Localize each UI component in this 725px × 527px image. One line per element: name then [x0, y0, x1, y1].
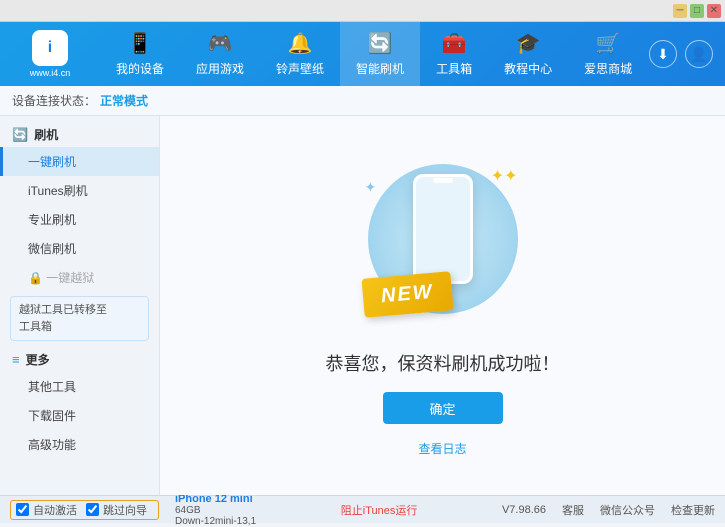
- history-link[interactable]: 查看日志: [418, 440, 466, 457]
- phone-illustration: NEW ✦✦ ✦: [363, 154, 523, 334]
- sidebar-item-wechat-flash[interactable]: 微信刷机: [0, 234, 159, 263]
- nav-icon-my-device: 📱: [128, 31, 153, 56]
- sidebar-item-advanced[interactable]: 高级功能: [0, 430, 159, 459]
- bottom-left: 自动激活跳过向导 iPhone 12 mini 64GB Down-12mini…: [10, 493, 256, 527]
- nav-label-ringtone: 铃声壁纸: [276, 60, 324, 77]
- checkbox-label-auto-connect[interactable]: 自动激活: [16, 502, 77, 518]
- nav-icon-ringtone: 🔔: [288, 31, 313, 56]
- nav-item-tutorial[interactable]: 🎓 教程中心: [488, 22, 568, 86]
- section-icon: 🔄: [12, 127, 28, 143]
- status-prefix: 设备连接状态：: [12, 92, 96, 109]
- logo-icon: i: [32, 30, 68, 66]
- sidebar-item-itunes-flash[interactable]: iTunes刷机: [0, 176, 159, 205]
- nav-label-my-device: 我的设备: [116, 60, 164, 77]
- logo-area: i www.i4.cn: [0, 30, 100, 78]
- bottom-right: V7.98.66 客服微信公众号检查更新: [502, 502, 715, 518]
- nav-item-app-game[interactable]: 🎮 应用游戏: [180, 22, 260, 86]
- user-button[interactable]: 👤: [685, 40, 713, 68]
- sidebar-item-download-firmware[interactable]: 下载固件: [0, 401, 159, 430]
- checkbox-group: 自动激活跳过向导: [10, 500, 159, 520]
- nav-item-smart-flash[interactable]: 🔄 智能刷机: [340, 22, 420, 86]
- device-version: Down-12mini-13,1: [175, 516, 256, 527]
- top-nav: i www.i4.cn 📱 我的设备 🎮 应用游戏 🔔 铃声壁纸 🔄 智能刷机 …: [0, 22, 725, 86]
- nav-label-tutorial: 教程中心: [504, 60, 552, 77]
- sidebar: 🔄刷机一键刷机iTunes刷机专业刷机微信刷机 🔒 一键越狱 越狱工具已转移至工…: [0, 116, 160, 495]
- bottom-link-service[interactable]: 客服: [562, 502, 584, 518]
- nav-label-app-game: 应用游戏: [196, 60, 244, 77]
- phone-notch: [433, 178, 453, 183]
- itunes-stop-button[interactable]: 阻止iTunes运行: [341, 502, 418, 518]
- notice-text: 越狱工具已转移至工具箱: [10, 296, 149, 341]
- phone-screen: [416, 177, 470, 281]
- nav-label-smart-flash: 智能刷机: [356, 60, 404, 77]
- nav-item-store[interactable]: 🛒 爱思商城: [568, 22, 648, 86]
- download-button[interactable]: ⬇: [649, 40, 677, 68]
- nav-icon-app-game: 🎮: [208, 31, 233, 56]
- logo-text: www.i4.cn: [30, 68, 71, 78]
- sidebar-notice: 🔒 一键越狱 越狱工具已转移至工具箱: [0, 263, 159, 341]
- nav-label-toolbox: 工具箱: [436, 60, 472, 77]
- sidebar-item-jailbreak: 🔒 一键越狱: [0, 263, 159, 292]
- sidebar-item-one-click-flash[interactable]: 一键刷机: [0, 147, 159, 176]
- nav-item-ringtone[interactable]: 🔔 铃声壁纸: [260, 22, 340, 86]
- status-bar: 设备连接状态： 正常模式: [0, 86, 725, 116]
- nav-right: ⬇ 👤: [649, 40, 725, 68]
- nav-item-toolbox[interactable]: 🧰 工具箱: [420, 22, 488, 86]
- star-left: ✦: [365, 179, 377, 196]
- bottom-links: 客服微信公众号检查更新: [562, 502, 715, 518]
- device-storage: 64GB: [175, 505, 256, 516]
- close-button[interactable]: ✕: [707, 4, 721, 18]
- success-text: 恭喜您，保资料刷机成功啦！: [326, 350, 560, 376]
- version-label: V7.98.66: [502, 504, 546, 516]
- sidebar-section-title: 🔄刷机: [0, 120, 159, 147]
- minimize-button[interactable]: ─: [673, 4, 687, 18]
- bottom-link-update[interactable]: 检查更新: [671, 502, 715, 518]
- content-area: NEW ✦✦ ✦ 恭喜您，保资料刷机成功啦！ 确定 查看日志: [160, 116, 725, 495]
- title-bar: ─ □ ✕: [0, 0, 725, 22]
- nav-icon-tutorial: 🎓: [516, 31, 541, 56]
- checkbox-label-skip-wizard[interactable]: 跳过向导: [86, 502, 147, 518]
- sidebar-item-pro-flash[interactable]: 专业刷机: [0, 205, 159, 234]
- confirm-button[interactable]: 确定: [383, 392, 503, 424]
- status-value: 正常模式: [100, 92, 148, 109]
- itunes-stop-area: 阻止iTunes运行: [341, 502, 418, 518]
- nav-item-my-device[interactable]: 📱 我的设备: [100, 22, 180, 86]
- nav-icon-store: 🛒: [596, 31, 621, 56]
- hero-container: NEW ✦✦ ✦ 恭喜您，保资料刷机成功啦！ 确定 查看日志: [326, 154, 560, 457]
- main-layout: 🔄刷机一键刷机iTunes刷机专业刷机微信刷机 🔒 一键越狱 越狱工具已转移至工…: [0, 116, 725, 495]
- bottom-bar: 自动激活跳过向导 iPhone 12 mini 64GB Down-12mini…: [0, 495, 725, 523]
- checkbox-skip-wizard[interactable]: [86, 503, 99, 516]
- section-icon: ≡: [12, 352, 20, 367]
- nav-icon-toolbox: 🧰: [442, 31, 467, 56]
- nav-items: 📱 我的设备 🎮 应用游戏 🔔 铃声壁纸 🔄 智能刷机 🧰 工具箱 🎓 教程中心…: [100, 22, 649, 86]
- device-info: iPhone 12 mini 64GB Down-12mini-13,1: [175, 493, 256, 527]
- phone-body: [413, 174, 473, 284]
- sidebar-section-title: ≡更多: [0, 345, 159, 372]
- checkbox-auto-connect[interactable]: [16, 503, 29, 516]
- new-badge: NEW: [361, 271, 453, 318]
- sidebar-item-other-tools[interactable]: 其他工具: [0, 372, 159, 401]
- maximize-button[interactable]: □: [690, 4, 704, 18]
- nav-icon-smart-flash: 🔄: [368, 31, 393, 56]
- nav-label-store: 爱思商城: [584, 60, 632, 77]
- stars-right: ✦✦: [491, 166, 518, 186]
- bottom-link-wechat[interactable]: 微信公众号: [600, 502, 655, 518]
